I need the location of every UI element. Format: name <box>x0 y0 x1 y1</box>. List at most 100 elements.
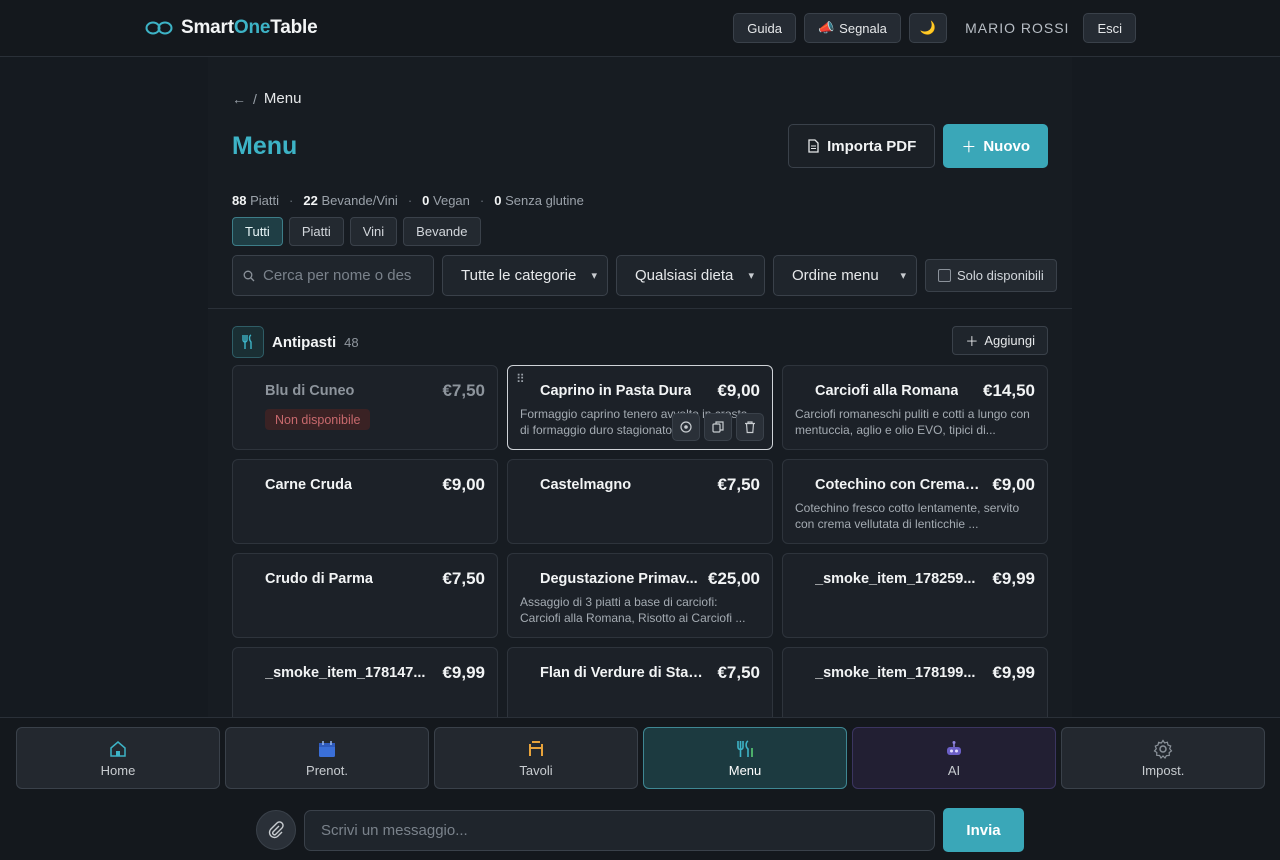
duplicate-icon[interactable] <box>704 413 732 441</box>
logo[interactable]: SmartOneTable <box>145 17 318 39</box>
calendar-icon <box>319 740 335 757</box>
item-name: _smoke_item_178199... <box>815 665 976 681</box>
item-name: _smoke_item_178259... <box>815 571 976 587</box>
nav-item-bookings[interactable]: Prenot. <box>225 727 429 789</box>
item-name: Crudo di Parma <box>265 571 373 587</box>
import-pdf-button[interactable]: Importa PDF <box>788 124 936 168</box>
new-item-button[interactable]: ＋ Nuovo <box>943 124 1048 168</box>
breadcrumb-current: Menu <box>263 90 302 107</box>
menu-item-card[interactable]: Blu di Cuneo €7,50 Non disponibile <box>232 365 498 450</box>
main-content: ← / Menu Menu Importa PDF ＋ Nuovo 88 Pia… <box>208 57 1072 732</box>
back-arrow-icon[interactable]: ← <box>232 91 246 107</box>
only-available-toggle[interactable]: Solo disponibili <box>925 259 1057 292</box>
menu-item-card[interactable]: Castelmagno €7,50 <box>507 459 773 544</box>
diet-select[interactable]: Qualsiasi dieta ▾ <box>616 255 765 296</box>
item-price: €7,50 <box>717 663 760 682</box>
chevron-down-icon: ▾ <box>900 270 906 282</box>
user-name: MARIO ROSSI <box>965 20 1070 36</box>
item-price: €9,00 <box>992 475 1035 494</box>
category-select[interactable]: Tutte le categorie ▾ <box>442 255 608 296</box>
item-name: Blu di Cuneo <box>265 383 355 399</box>
nav-item-settings[interactable]: Impost. <box>1061 727 1265 789</box>
menu-item-card[interactable]: Cotechino con Crema ... €9,00 Cotechino … <box>782 459 1048 544</box>
message-input[interactable] <box>321 822 918 839</box>
item-description: Cotechino fresco cotto lentamente, servi… <box>795 501 1020 531</box>
item-name: Carciofi alla Romana <box>815 383 959 399</box>
paperclip-icon <box>268 821 284 839</box>
chevron-down-icon: ▾ <box>748 270 754 282</box>
breadcrumb-separator: / <box>253 90 257 107</box>
divider <box>208 308 1072 309</box>
gear-icon <box>1153 738 1173 759</box>
add-to-section-button[interactable]: ＋ Aggiungi <box>952 326 1048 355</box>
order-select[interactable]: Ordine menu ▾ <box>773 255 917 296</box>
filter-tab-all[interactable]: Tutti <box>232 217 283 246</box>
document-icon <box>808 139 819 153</box>
report-label: Segnala <box>839 20 887 36</box>
item-price: €7,50 <box>442 569 485 588</box>
nav-item-menu[interactable]: Menu <box>643 727 847 789</box>
home-icon <box>110 740 126 757</box>
guide-button[interactable]: Guida <box>733 13 796 43</box>
item-price: €14,50 <box>983 381 1035 400</box>
item-name: Castelmagno <box>540 477 632 493</box>
nav-item-home[interactable]: Home <box>16 727 220 789</box>
order-select-value: Ordine menu <box>792 267 879 284</box>
item-name: Degustazione Primav... <box>540 571 698 587</box>
nav-label: Prenot. <box>306 762 348 778</box>
menu-item-card[interactable]: _smoke_item_178259... €9,99 <box>782 553 1048 638</box>
plus-icon: ＋ <box>965 334 979 349</box>
filter-tab-dishes[interactable]: Piatti <box>288 217 344 246</box>
item-name: _smoke_item_178147... <box>265 665 426 681</box>
utensils-icon <box>737 739 753 757</box>
send-button[interactable]: Invia <box>943 808 1024 852</box>
section-title: Antipasti <box>272 333 337 351</box>
item-description: Carciofi romaneschi puliti e cotti a lun… <box>795 407 1030 437</box>
logo-icon <box>145 21 173 35</box>
item-name: Cotechino con Crema ... <box>815 477 980 493</box>
import-pdf-label: Importa PDF <box>827 137 917 155</box>
menu-item-card[interactable]: ⠿ Caprino in Pasta Dura €9,00 Formaggio … <box>507 365 773 450</box>
visibility-icon[interactable] <box>672 413 700 441</box>
trash-icon[interactable] <box>736 413 764 441</box>
type-filter-tabs: Tutti Piatti Vini Bevande <box>232 217 481 246</box>
logout-button[interactable]: Esci <box>1083 13 1136 43</box>
filter-tab-wines[interactable]: Vini <box>349 217 398 246</box>
menu-item-card[interactable]: Degustazione Primav... €25,00 Assaggio d… <box>507 553 773 638</box>
search-box <box>232 255 434 296</box>
only-available-label: Solo disponibili <box>957 268 1044 283</box>
plus-icon: ＋ <box>961 138 977 156</box>
table-icon <box>529 740 543 756</box>
message-field <box>304 810 935 851</box>
item-price: €7,50 <box>442 381 485 400</box>
chat-bar: Invia <box>0 797 1280 860</box>
item-name: Caprino in Pasta Dura <box>540 383 692 399</box>
breadcrumb: ← / Menu <box>232 90 301 107</box>
only-available-checkbox[interactable] <box>938 269 951 282</box>
theme-toggle-button[interactable]: 🌙 <box>908 13 948 43</box>
menu-item-card[interactable]: Carciofi alla Romana €14,50 Carciofi rom… <box>782 365 1048 450</box>
unavailable-badge: Non disponibile <box>265 409 371 430</box>
nav-label: Impost. <box>1141 762 1185 778</box>
menu-items-grid: Blu di Cuneo €7,50 Non disponibile ⠿ Cap… <box>232 365 1048 732</box>
filter-tab-drinks[interactable]: Bevande <box>403 217 481 246</box>
item-price: €9,00 <box>717 381 760 400</box>
filter-toolbar: Tutte le categorie ▾ Qualsiasi dieta ▾ O… <box>232 255 1057 296</box>
report-button[interactable]: 📣 Segnala <box>803 13 901 43</box>
nav-item-ai[interactable]: AI <box>852 727 1056 789</box>
bottom-navigation: Home Prenot. Tavoli Menu AI Impost. <box>0 717 1280 797</box>
nav-label: AI <box>947 762 961 778</box>
nav-item-tables[interactable]: Tavoli <box>434 727 638 789</box>
attach-button[interactable] <box>256 810 296 850</box>
menu-item-card[interactable]: Carne Cruda €9,00 <box>232 459 498 544</box>
page-title: Menu <box>232 132 298 160</box>
search-icon <box>243 270 255 281</box>
brand-name: SmartOneTable <box>181 17 318 38</box>
menu-item-card[interactable]: Crudo di Parma €7,50 <box>232 553 498 638</box>
search-input[interactable] <box>263 267 413 284</box>
moon-icon: 🌙 <box>919 20 937 35</box>
drag-handle-icon[interactable]: ⠿ <box>516 372 525 386</box>
item-price: €9,99 <box>442 663 485 682</box>
section-header: Antipasti 48 <box>232 326 359 358</box>
chevron-down-icon: ▾ <box>591 270 597 282</box>
